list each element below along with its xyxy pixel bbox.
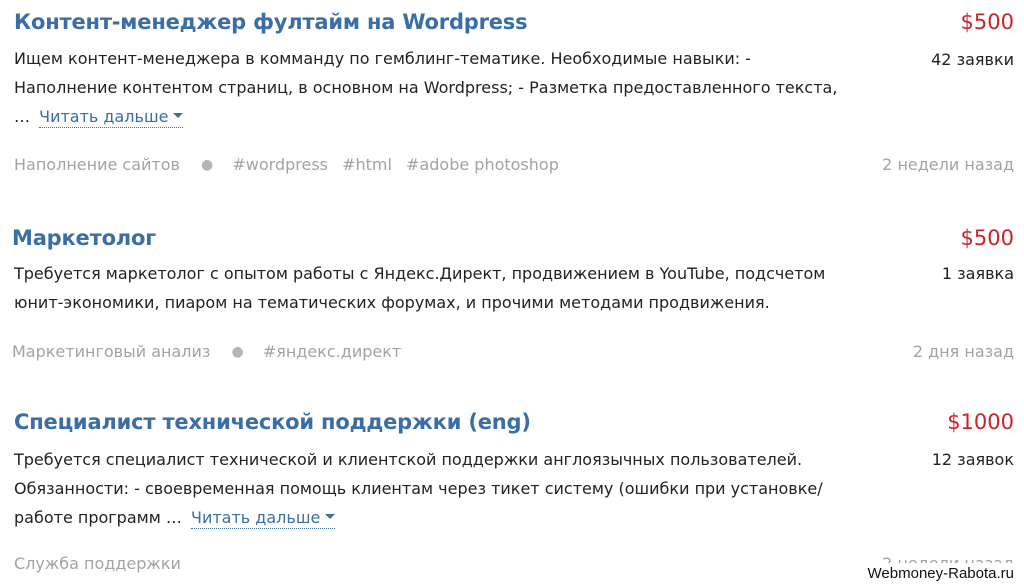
job-card: Специалист технической поддержки (eng) $… bbox=[0, 410, 1024, 587]
job-description-text: Требуется специалист технической и клиен… bbox=[14, 450, 823, 527]
job-meta: Служба поддержки bbox=[14, 554, 181, 573]
job-category-link[interactable]: Маркетинговый анализ bbox=[12, 342, 210, 361]
read-more-link[interactable]: Читать дальше bbox=[190, 508, 336, 529]
separator-dot-icon: ● bbox=[201, 157, 214, 173]
job-price: $500 bbox=[960, 226, 1014, 250]
tag-link[interactable]: #яндекс.директ bbox=[263, 342, 401, 361]
job-description: Ищем контент-менеджера в комманду по гем… bbox=[14, 44, 854, 131]
job-price: $500 bbox=[960, 10, 1014, 34]
chevron-down-icon bbox=[173, 113, 184, 118]
job-bids-count: 42 заявки bbox=[931, 50, 1014, 69]
job-bids-count: 12 заявок bbox=[931, 450, 1014, 469]
job-card: Маркетолог $500 1 заявка Требуется марке… bbox=[0, 226, 1024, 376]
job-bids-count: 1 заявка bbox=[941, 264, 1014, 283]
job-title-link[interactable]: Маркетолог bbox=[12, 226, 156, 250]
job-title-link[interactable]: Специалист технической поддержки (eng) bbox=[14, 410, 531, 434]
job-category-link[interactable]: Наполнение сайтов bbox=[14, 155, 180, 174]
job-date: 2 дня назад bbox=[912, 342, 1014, 361]
read-more-label: Читать дальше bbox=[39, 107, 169, 126]
job-date: 2 недели назад bbox=[882, 155, 1014, 174]
separator-dot-icon: ● bbox=[231, 344, 244, 360]
site-watermark: Webmoney-Rabota.ru bbox=[855, 563, 1024, 587]
job-meta: Наполнение сайтов ● #wordpress #html #ad… bbox=[14, 155, 568, 174]
job-description-text: Требуется маркетолог с опытом работы с Я… bbox=[14, 264, 826, 312]
job-title-link[interactable]: Контент-менеджер фултайм на Wordpress bbox=[14, 10, 528, 34]
read-more-link[interactable]: Читать дальше bbox=[39, 107, 184, 128]
job-category-link[interactable]: Служба поддержки bbox=[14, 554, 181, 573]
tag-link[interactable]: #adobe photoshop bbox=[406, 155, 559, 174]
chevron-down-icon bbox=[325, 514, 336, 519]
job-meta: Маркетинговый анализ ● #яндекс.директ bbox=[12, 342, 410, 361]
read-more-label: Читать дальше bbox=[190, 508, 321, 527]
job-description: Требуется маркетолог с опытом работы с Я… bbox=[14, 259, 854, 317]
job-description: Требуется специалист технической и клиен… bbox=[14, 445, 854, 532]
tag-link[interactable]: #html bbox=[342, 155, 392, 174]
tag-link[interactable]: #wordpress bbox=[232, 155, 328, 174]
job-price: $1000 bbox=[947, 410, 1014, 434]
job-card: Контент-менеджер фултайм на Wordpress $5… bbox=[0, 10, 1024, 190]
